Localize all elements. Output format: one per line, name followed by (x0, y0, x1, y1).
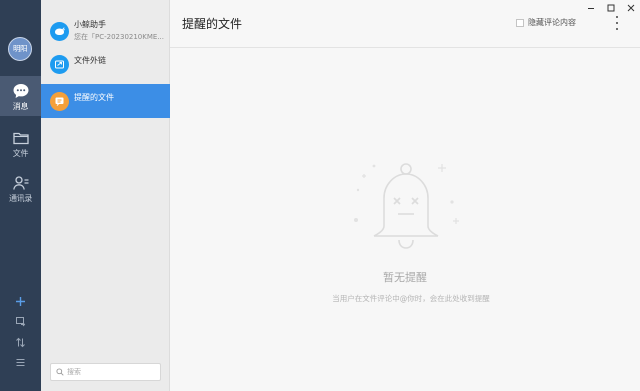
conversation-title: 小鲸助手 (74, 20, 106, 29)
navigation-rail: 明阳 消息 文件 通讯录 (0, 0, 41, 391)
conversation-preview: 您在「PC-20230210KME... (74, 33, 164, 41)
screen-share-icon (16, 316, 26, 326)
main-panel: 提醒的文件 隐藏评论内容 暂无提醒 当用户在文件评论中@你时，会在此处收到提醒 (170, 0, 640, 391)
chat-bubble-icon (13, 84, 28, 98)
rail-files-label: 文件 (12, 149, 29, 158)
main-header: 提醒的文件 隐藏评论内容 (170, 0, 640, 48)
hamburger-menu-icon (16, 358, 25, 366)
list-item-reminded-files[interactable]: 提醒的文件 (41, 84, 170, 118)
list-item-file-links[interactable]: 文件外链 (41, 47, 170, 81)
avatar[interactable]: 明阳 (8, 37, 32, 61)
whale-icon (50, 22, 69, 41)
empty-bell-illustration (354, 163, 459, 249)
conversation-title: 提醒的文件 (74, 93, 114, 102)
rail-item-contacts[interactable]: 通讯录 (0, 168, 41, 208)
close-icon (627, 4, 635, 12)
rail-item-messages[interactable]: 消息 (0, 76, 41, 116)
reminder-icon (50, 92, 69, 111)
add-button[interactable] (0, 293, 41, 309)
search-box[interactable] (50, 363, 161, 381)
close-button[interactable] (624, 2, 638, 14)
link-icon (50, 55, 69, 74)
empty-state-title: 暂无提醒 (383, 271, 427, 284)
transfer-button[interactable] (0, 313, 41, 329)
conversation-list: 小鲸助手 您在「PC-20230210KME... 文件外链 提醒的文件 (41, 0, 170, 391)
conversation-title: 文件外链 (74, 56, 106, 65)
page-title: 提醒的文件 (182, 17, 243, 31)
hide-comments-toggle[interactable]: 隐藏评论内容 (516, 17, 576, 28)
list-item-whale-assistant[interactable]: 小鲸助手 您在「PC-20230210KME... (41, 14, 170, 48)
hide-comments-label: 隐藏评论内容 (528, 18, 576, 27)
plus-icon (16, 296, 25, 306)
contacts-icon (12, 176, 28, 190)
sort-button[interactable] (0, 334, 41, 350)
maximize-icon (607, 4, 615, 12)
minimize-icon (588, 8, 594, 9)
sort-arrows-icon (16, 337, 25, 347)
rail-contacts-label: 通讯录 (8, 194, 33, 203)
rail-messages-label: 消息 (12, 102, 29, 111)
hide-comments-checkbox[interactable] (516, 18, 524, 27)
folder-icon (12, 132, 29, 145)
rail-item-files[interactable]: 文件 (0, 123, 41, 163)
search-input[interactable] (67, 368, 157, 376)
search-icon (56, 368, 64, 376)
menu-button[interactable] (0, 354, 41, 370)
empty-state-description: 当用户在文件评论中@你时，会在此处收到提醒 (332, 294, 490, 303)
minimize-button[interactable] (584, 2, 598, 14)
more-options-button[interactable] (614, 16, 620, 30)
maximize-button[interactable] (604, 2, 618, 14)
more-vertical-icon (616, 16, 618, 18)
